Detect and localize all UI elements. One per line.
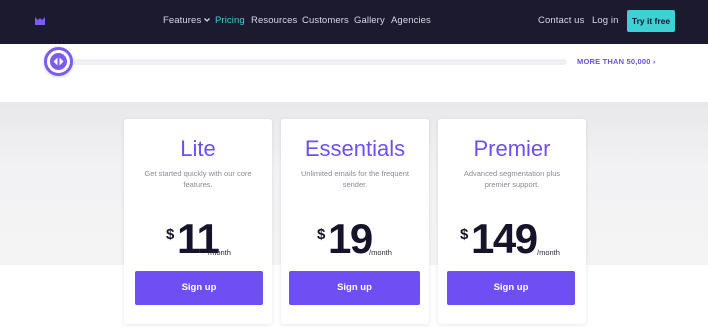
plan-description: Advanced segmentation plus premier suppo… [463, 169, 561, 189]
signup-button-premier[interactable]: Sign up [447, 271, 575, 305]
nav-customers[interactable]: Customers [302, 15, 349, 26]
contacts-slider-handle[interactable] [44, 47, 73, 76]
price-period: /month [537, 248, 560, 257]
signup-button-lite[interactable]: Sign up [135, 271, 263, 305]
price-currency: $ [460, 226, 469, 243]
nav-gallery[interactable]: Gallery [354, 15, 385, 26]
chevron-down-icon [204, 18, 211, 22]
top-navigation: Features Pricing Resources Customers Gal… [0, 0, 708, 44]
plan-price-essentials: $ 19 /month [317, 217, 397, 267]
price-amount: 149 [471, 215, 538, 262]
nav-pricing[interactable]: Pricing [215, 15, 245, 26]
plan-price-lite: $ 11 /month [166, 217, 246, 267]
plan-description: Unlimited emails for the frequent sender… [301, 169, 409, 189]
signup-button-essentials[interactable]: Sign up [289, 271, 420, 305]
price-currency: $ [317, 226, 326, 243]
plan-description: Get started quickly with our core featur… [144, 169, 252, 189]
price-period: /month [369, 248, 392, 257]
slider-arrows-icon [53, 57, 64, 66]
plan-name: Premier [473, 136, 551, 161]
pricing-page: Features Pricing Resources Customers Gal… [0, 0, 708, 327]
price-amount: 19 [328, 215, 373, 262]
nav-log-in[interactable]: Log in [592, 15, 618, 26]
nav-features[interactable]: Features [163, 15, 211, 26]
price-period: /month [208, 248, 231, 257]
plan-name: Essentials [304, 136, 406, 161]
nav-contact-us[interactable]: Contact us [538, 15, 584, 26]
nav-agencies[interactable]: Agencies [391, 15, 431, 26]
contacts-tier-label[interactable]: MORE THAN 50,000 › [577, 57, 656, 66]
nav-features-label: Features [163, 15, 202, 26]
contacts-slider-track[interactable] [60, 59, 567, 65]
try-it-free-button[interactable]: Try it free [627, 10, 675, 32]
price-currency: $ [166, 226, 175, 243]
plan-price-premier: $ 149 /month [460, 217, 570, 267]
plan-name: Lite [180, 136, 216, 161]
brand-logo-icon[interactable] [35, 17, 45, 25]
nav-resources[interactable]: Resources [251, 15, 297, 26]
